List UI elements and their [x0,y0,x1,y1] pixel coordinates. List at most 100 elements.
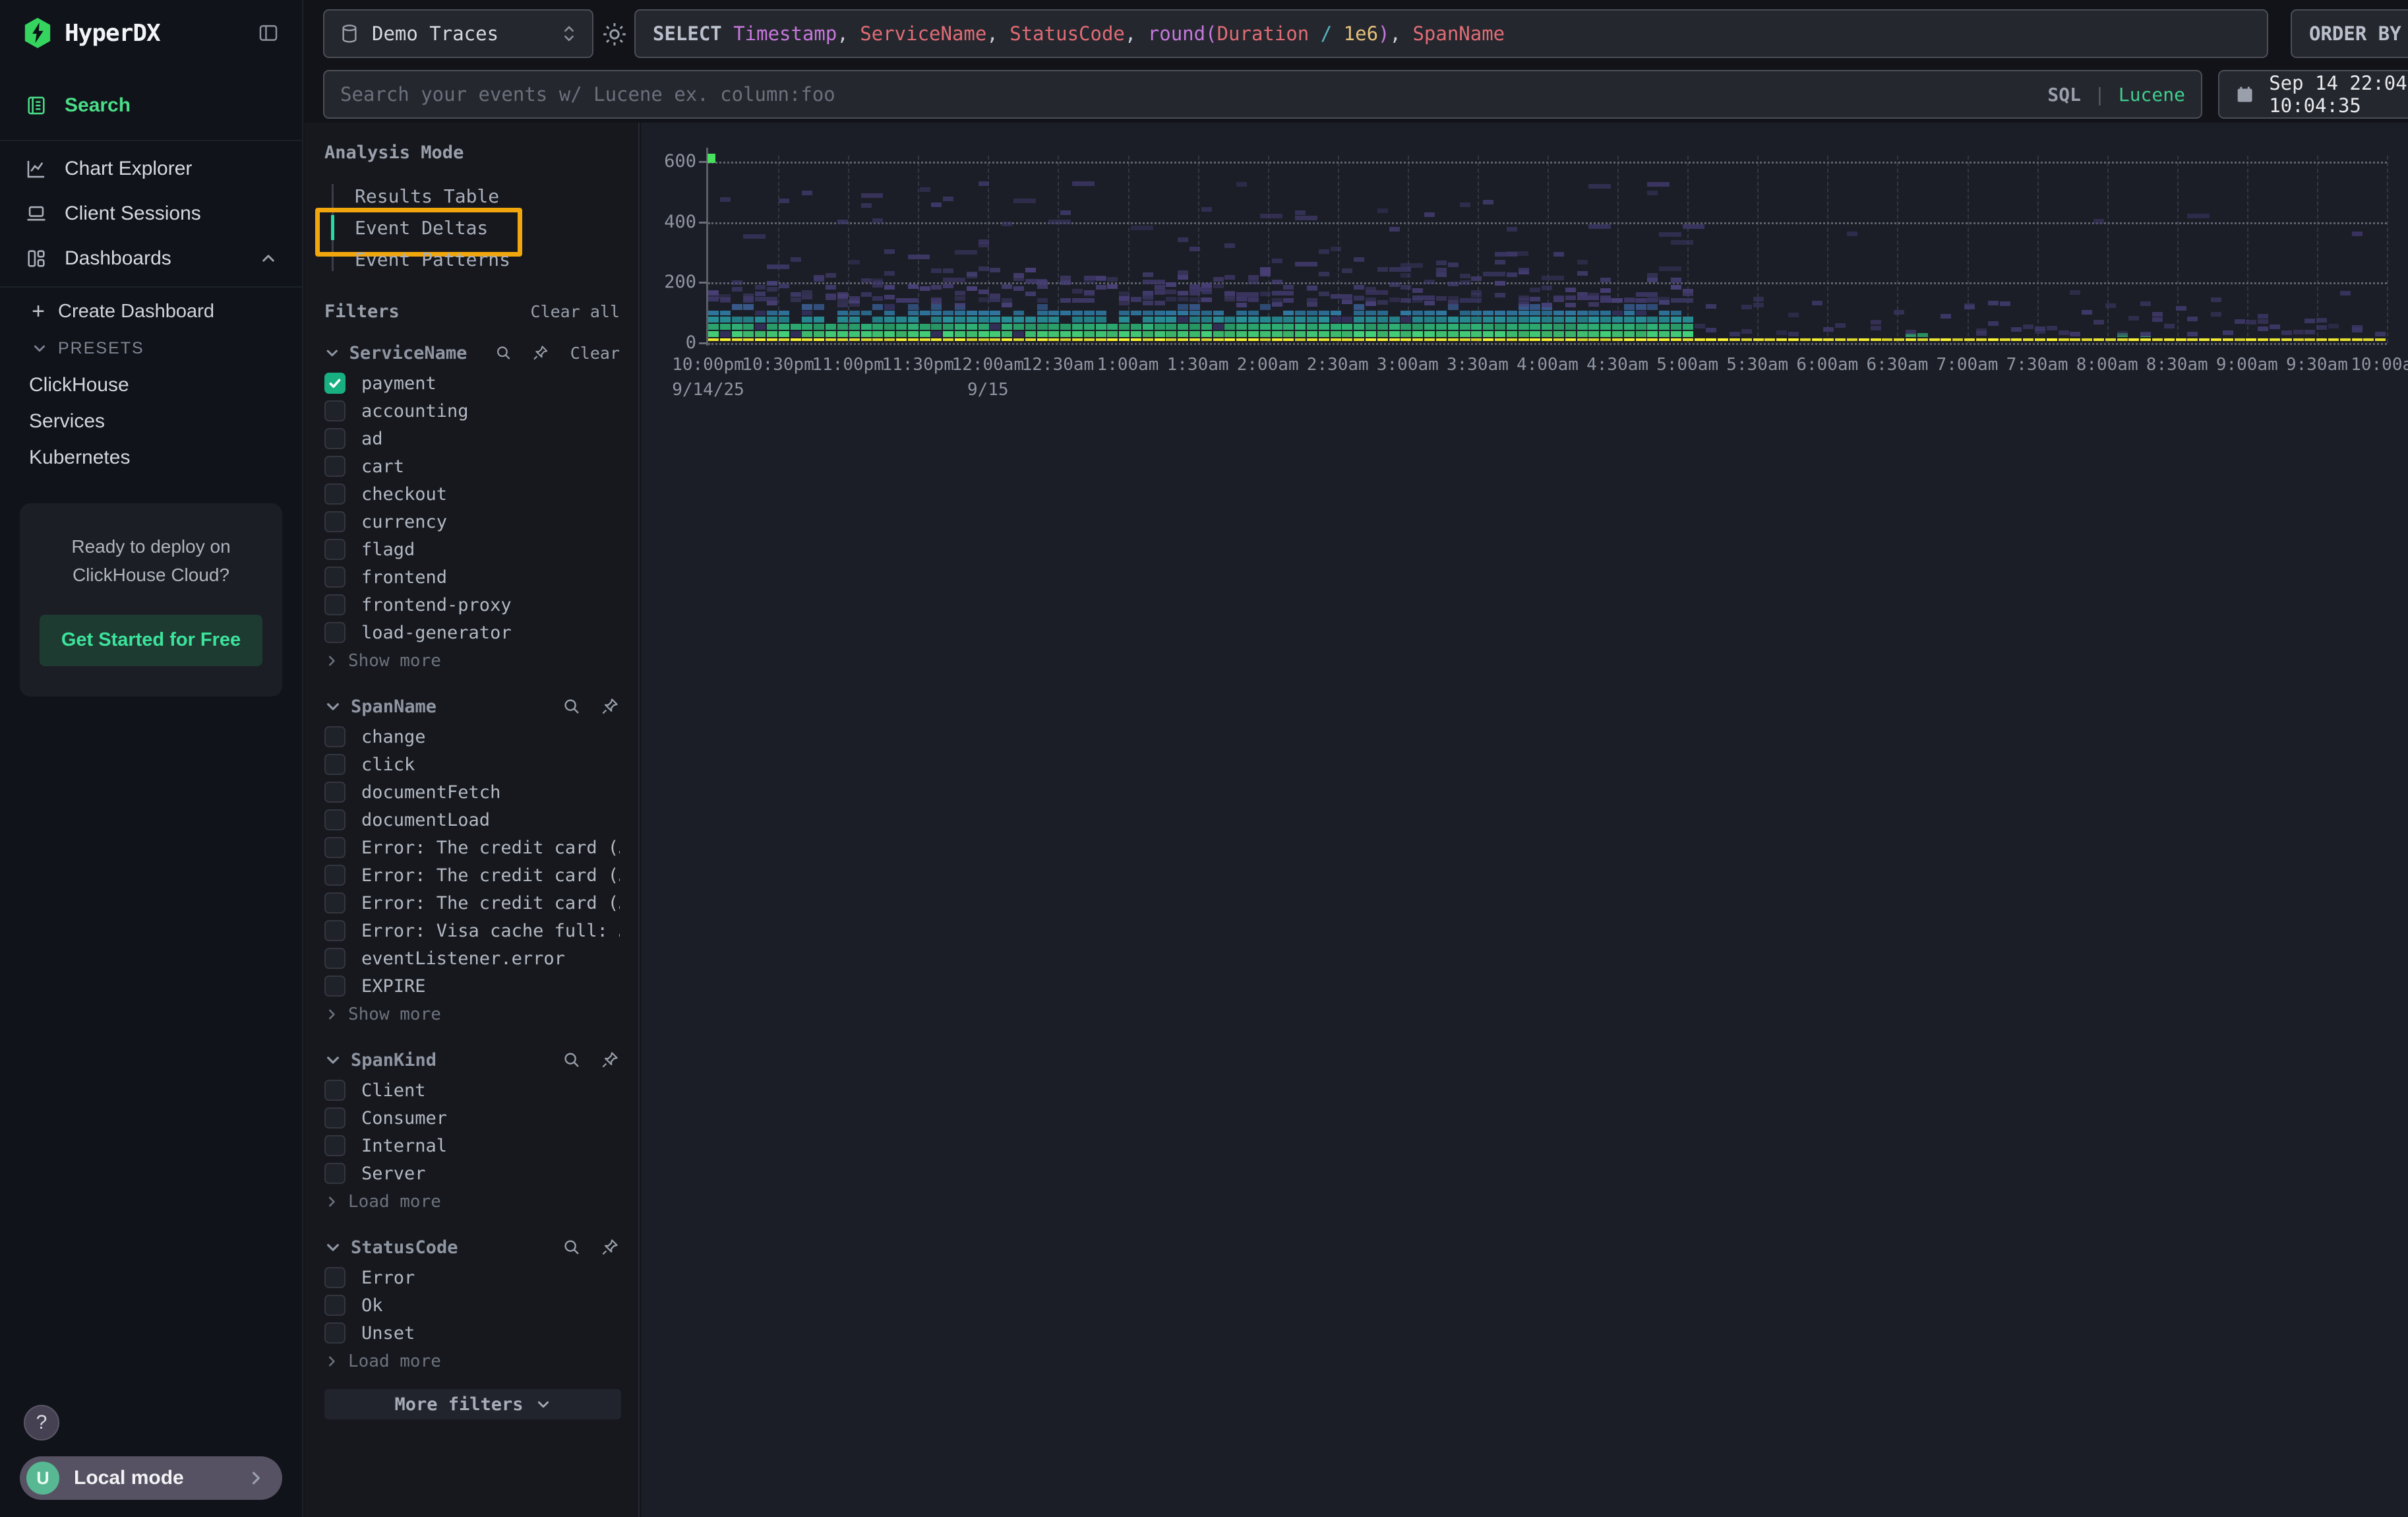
sidebar-preset-link[interactable]: ClickHouse [0,367,302,403]
filter-checkbox-row[interactable]: Unset [324,1319,620,1347]
checkbox[interactable] [324,1080,346,1101]
checkbox[interactable] [324,373,346,394]
checkbox[interactable] [324,754,346,775]
source-select[interactable]: Demo Traces [323,9,593,58]
filter-checkbox-row[interactable]: click [324,751,620,778]
filter-checkbox-row[interactable]: eventListener.error [324,944,620,972]
checkbox[interactable] [324,511,346,532]
filter-checkbox-row[interactable]: frontend [324,563,620,591]
checkbox[interactable] [324,539,346,560]
checkbox[interactable] [324,837,346,858]
filter-checkbox-row[interactable]: Internal [324,1132,620,1160]
filter-checkbox-row[interactable]: payment [324,369,620,397]
checkbox[interactable] [324,892,346,913]
help-button[interactable]: ? [24,1405,59,1440]
filter-checkbox-row[interactable]: flagd [324,536,620,563]
pin-icon[interactable] [600,1050,620,1070]
duration-heatmap-chart[interactable]: 020040060010:00pm10:30pm11:00pm11:30pm12… [708,156,2387,343]
checkbox[interactable] [324,594,346,615]
sidebar-item-client-sessions[interactable]: Client Sessions [0,191,302,236]
sidebar-preset-link[interactable]: Kubernetes [0,439,302,476]
pin-icon[interactable] [600,697,620,716]
filter-checkbox-row[interactable]: documentFetch [324,778,620,806]
filter-checkbox-row[interactable]: Server [324,1160,620,1187]
preset-links: ClickHouse Services Kubernetes [0,367,302,476]
filter-checkbox-row[interactable]: Consumer [324,1104,620,1132]
checkbox[interactable] [324,1322,346,1344]
filter-checkbox-row[interactable]: Client [324,1076,620,1104]
filter-checkbox-row[interactable]: Error: Visa cache full: … [324,917,620,944]
search-icon[interactable] [562,1237,582,1257]
filter-checkbox-row[interactable]: Error: The credit card (… [324,889,620,917]
create-dashboard-button[interactable]: + Create Dashboard [0,293,302,330]
filter-checkbox-row[interactable]: Ok [324,1291,620,1319]
filter-checkbox-row[interactable]: EXPIRE [324,972,620,1000]
checkbox[interactable] [324,865,346,886]
chevron-down-icon[interactable] [324,698,342,715]
filter-checkbox-row[interactable]: Error: The credit card (… [324,834,620,861]
clear-filter-link[interactable]: Clear [570,344,620,363]
filter-checkbox-row[interactable]: checkout [324,480,620,508]
pin-icon[interactable] [531,343,549,363]
chevron-down-icon[interactable] [324,344,340,361]
sidebar-collapse-icon[interactable] [257,22,280,44]
search-icon[interactable] [495,343,512,363]
sidebar-item-chart-explorer[interactable]: Chart Explorer [0,146,302,191]
show-more-button[interactable]: Show more [324,1000,620,1029]
filter-checkbox-row[interactable]: frontend-proxy [324,591,620,619]
analysis-mode-option[interactable]: Event Patterns [331,243,620,275]
checkbox[interactable] [324,920,346,941]
checkbox[interactable] [324,948,346,969]
filter-checkbox-row[interactable]: documentLoad [324,806,620,834]
checkbox[interactable] [324,726,346,747]
lucene-mode-toggle[interactable]: Lucene [2119,84,2185,106]
filter-checkbox-row[interactable]: change [324,723,620,751]
chevron-down-icon[interactable] [324,1051,342,1068]
filter-checkbox-row[interactable]: ad [324,425,620,452]
show-more-button[interactable]: Show more [324,646,620,675]
pin-icon[interactable] [600,1237,620,1257]
checkbox[interactable] [324,456,346,477]
sidebar-item-dashboards[interactable]: Dashboards [0,236,302,281]
load-more-button[interactable]: Load more [324,1187,620,1216]
checkbox[interactable] [324,782,346,803]
sql-select-input[interactable]: SELECT Timestamp, ServiceName, StatusCod… [634,9,2268,58]
checkbox[interactable] [324,809,346,830]
checkbox[interactable] [324,428,346,449]
checkbox[interactable] [324,1135,346,1156]
filter-checkbox-row[interactable]: currency [324,508,620,536]
checkbox[interactable] [324,567,346,588]
search-input[interactable] [340,83,2034,106]
checkbox[interactable] [324,1107,346,1129]
time-range-picker[interactable]: Sep 14 22:04:35 - Sep 15 10:04:35 [2218,70,2408,119]
filter-checkbox-row[interactable]: Error [324,1264,620,1291]
search-icon[interactable] [562,697,582,716]
filter-checkbox-row[interactable]: cart [324,452,620,480]
checkbox[interactable] [324,1267,346,1288]
checkbox[interactable] [324,400,346,421]
get-started-button[interactable]: Get Started for Free [40,615,262,666]
checkbox[interactable] [324,1295,346,1316]
x-tick-label: 7:30am [2006,355,2068,375]
filter-checkbox-row[interactable]: Error: The credit card (… [324,861,620,889]
checkbox[interactable] [324,1163,346,1184]
analysis-mode-option[interactable]: Event Deltas [331,212,620,243]
sidebar-item-search[interactable]: Search [0,83,302,128]
checkbox[interactable] [324,975,346,997]
chevron-down-icon[interactable] [324,1239,342,1256]
order-by-input[interactable]: ORDER BY Timestamp DESC [2291,9,2408,58]
filter-checkbox-row[interactable]: load-generator [324,619,620,646]
filter-checkbox-row[interactable]: accounting [324,397,620,425]
presets-toggle[interactable]: PRESETS [0,330,302,367]
more-filters-button[interactable]: More filters [324,1389,621,1419]
sql-mode-toggle[interactable]: SQL [2047,84,2081,106]
account-menu[interactable]: U Local mode [20,1456,282,1500]
search-icon[interactable] [562,1050,582,1070]
checkbox[interactable] [324,622,346,643]
clear-all-filters-link[interactable]: Clear all [531,302,620,321]
load-more-button[interactable]: Load more [324,1347,620,1376]
checkbox[interactable] [324,483,346,505]
gear-icon[interactable] [600,20,629,49]
sidebar-preset-link[interactable]: Services [0,403,302,439]
analysis-mode-option[interactable]: Results Table [331,180,620,212]
